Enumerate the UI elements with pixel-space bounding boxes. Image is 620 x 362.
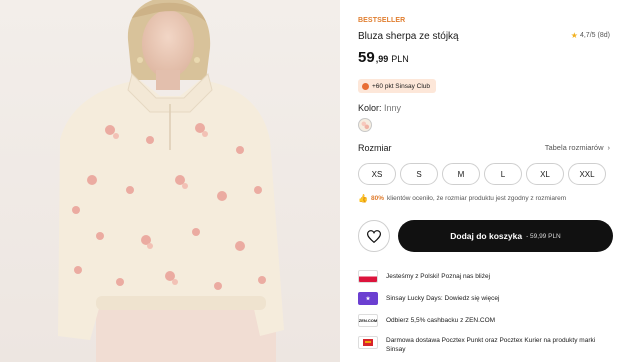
color-swatch[interactable] <box>358 118 372 132</box>
product-details-panel: BESTSELLER Bluza sherpa ze stójką ★ 4,7/… <box>358 0 620 362</box>
color-value: Inny <box>384 103 402 113</box>
fit-text: klientów oceniło, że rozmiar produktu je… <box>386 195 567 202</box>
info-text: Sinsay Lucky Days: Dowiedz się więcej <box>386 295 500 302</box>
poland-flag-icon <box>358 270 378 283</box>
info-row-zen-cashback[interactable]: ZEN.COM Odbierz 5,5% cashbacku z ZEN.COM <box>358 314 495 327</box>
info-text: Jesteśmy z Polski! Poznaj nas bliżej <box>386 273 491 280</box>
add-to-cart-label: Dodaj do koszyka <box>450 231 523 241</box>
fit-percent: 80% <box>370 195 384 202</box>
size-options: XS S M L XL XXL <box>358 163 606 185</box>
size-option-l[interactable]: L <box>484 163 522 185</box>
info-row-poland[interactable]: Jesteśmy z Polski! Poznaj nas bliżej <box>358 270 490 283</box>
poczta-polska-icon <box>358 336 378 349</box>
price-currency: PLN <box>391 54 409 64</box>
add-to-wishlist-button[interactable] <box>358 220 390 252</box>
size-option-s[interactable]: S <box>400 163 438 185</box>
price-main: 59 <box>358 49 375 66</box>
bestseller-badge: BESTSELLER <box>358 17 406 24</box>
size-option-xs[interactable]: XS <box>358 163 396 185</box>
product-title: Bluza sherpa ze stójką <box>358 31 459 42</box>
sinsay-club-points-badge: +60 pkt Sinsay Club <box>358 79 436 93</box>
star-icon: ★ <box>570 31 578 40</box>
heart-icon <box>367 229 381 243</box>
product-price: 59 ,99 PLN <box>358 49 409 66</box>
thumbs-up-icon: 👍 <box>358 194 368 203</box>
rating-value: 4,7/5 <box>579 32 596 39</box>
model-wearing-sherpa-sweatshirt-image <box>58 0 284 362</box>
size-option-xxl[interactable]: XXL <box>568 163 606 185</box>
color-label-text: Kolor: <box>358 103 382 113</box>
color-label: Kolor: Inny <box>358 103 401 113</box>
info-row-pocztex-delivery[interactable]: Darmowa dostawa Pocztex Punkt oraz Poczt… <box>358 336 616 354</box>
size-table-link[interactable]: Tabela rozmiarów › <box>545 143 610 152</box>
size-option-m[interactable]: M <box>442 163 480 185</box>
club-points-text: +60 pkt Sinsay Club <box>372 82 430 90</box>
product-rating[interactable]: ★ 4,7/5 (8d) <box>571 31 610 40</box>
chevron-right-icon: › <box>607 143 611 152</box>
size-label: Rozmiar <box>358 143 392 153</box>
size-table-text: Tabela rozmiarów <box>544 143 604 152</box>
info-text: Odbierz 5,5% cashbacku z ZEN.COM <box>386 317 496 324</box>
add-to-cart-price: - 59,99 PLN <box>526 232 561 240</box>
info-text: Darmowa dostawa Pocztex Punkt oraz Poczt… <box>386 337 596 353</box>
add-to-cart-button[interactable]: Dodaj do koszyka - 59,99 PLN <box>398 220 613 252</box>
sinsay-lucky-days-icon: ★ <box>358 292 378 305</box>
zen-logo-icon: ZEN.COM <box>358 314 378 327</box>
rating-count: (8d) <box>597 32 610 39</box>
product-photo[interactable] <box>0 0 340 362</box>
size-option-xl[interactable]: XL <box>526 163 564 185</box>
club-points-icon <box>362 82 369 90</box>
price-decimals: ,99 <box>375 54 389 64</box>
size-fit-info: 👍 80% klientów oceniło, że rozmiar produ… <box>358 194 566 203</box>
info-row-lucky-days[interactable]: ★ Sinsay Lucky Days: Dowiedz się więcej <box>358 292 499 305</box>
